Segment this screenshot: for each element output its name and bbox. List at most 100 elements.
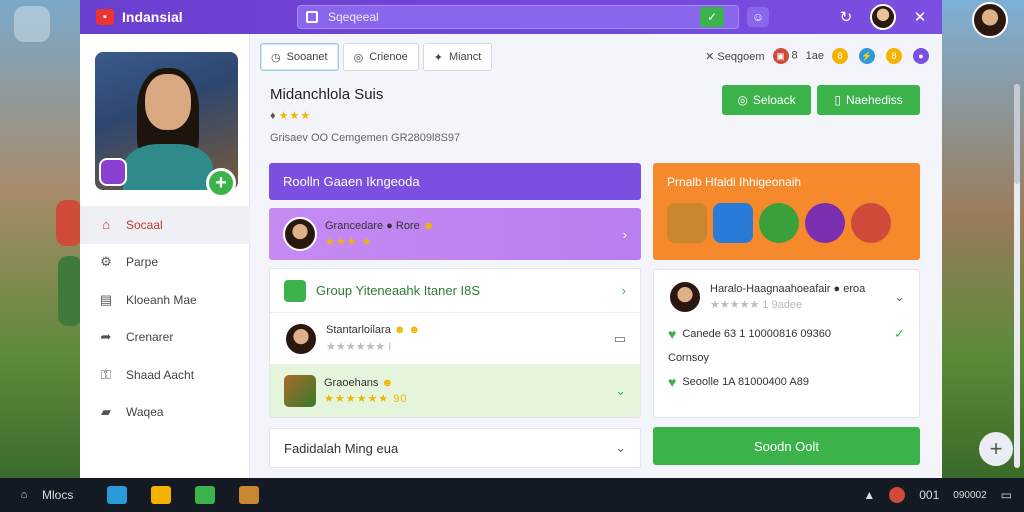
search-bar[interactable]: ✓ xyxy=(297,5,739,29)
profile-face xyxy=(145,74,191,130)
coin-icon[interactable]: 8 xyxy=(832,48,848,64)
chat-app-icon[interactable] xyxy=(195,486,216,504)
sidebar-item-waqea[interactable]: ▰ Waqea xyxy=(80,394,250,432)
sidebar-item-shaad[interactable]: ⚿ Shaad Aacht xyxy=(80,356,250,394)
chevron-down-icon[interactable]: ⌄ xyxy=(894,289,905,305)
sidebar-item-social[interactable]: ⌂ Socaal xyxy=(80,206,250,244)
avatar[interactable] xyxy=(870,4,896,30)
message-icon[interactable]: ▭ xyxy=(614,331,626,347)
friend-info: Graoehans ☻ ★★★★★★ 90 xyxy=(324,375,407,408)
chevron-right-icon[interactable]: › xyxy=(623,227,627,242)
gamepad-icon: ◎ xyxy=(353,51,364,64)
back-icon[interactable] xyxy=(14,6,50,42)
detail-text: Cornsoy xyxy=(668,352,709,364)
main-content: ◷ Sooanet ◎ Crienoe ✦ Mianct ✕ Seqgoem ▣… xyxy=(250,34,942,478)
section-header: Roolln Gaaen Ikngeoda xyxy=(269,163,641,200)
stat-value: 1ae xyxy=(805,50,824,62)
list-item[interactable]: Stantarloilara ☻ ☻ ★★★★★★ I ▭ xyxy=(270,313,640,365)
button-label: Seloack xyxy=(752,93,796,107)
rating-stars: ★★★ xyxy=(278,110,312,122)
emoji-icon: ● xyxy=(386,219,393,232)
sidebar-item-label: Socaal xyxy=(126,217,163,232)
chevron-down-icon[interactable]: ⌄ xyxy=(615,383,626,399)
add-fab-button[interactable]: + xyxy=(979,432,1013,466)
user-avatar-icon[interactable] xyxy=(972,2,1008,38)
clock-icon: ◷ xyxy=(271,51,281,64)
heart-icon: ♥ xyxy=(668,326,677,342)
rewards-card: Prnalb Hfaldi Ihhigeonaih xyxy=(653,163,920,260)
gamepad-icon[interactable]: ☺ xyxy=(747,7,769,27)
detail-text: Seoolle 1A 81000400 A89 xyxy=(682,376,809,388)
list-item[interactable]: Graoehans ☻ ★★★★★★ 90 ⌄ xyxy=(270,365,640,417)
scrollbar[interactable] xyxy=(1014,84,1020,468)
folder-icon[interactable] xyxy=(151,486,172,504)
share-icon: ➦ xyxy=(100,329,112,345)
friend-detail-card: Haralo-Haagnaahoeafair ● eroa ★★★★★ 1 9a… xyxy=(653,269,920,418)
sidebar-item-parpe[interactable]: ⚙ Parpe xyxy=(80,244,250,282)
chat-icon: ▰ xyxy=(101,404,111,420)
refresh-icon[interactable]: ↻ xyxy=(836,7,856,27)
clock-time: 001 xyxy=(919,488,940,502)
chevron-down-icon[interactable]: ⌄ xyxy=(615,440,626,456)
energy-icon[interactable]: ⚡ xyxy=(859,48,875,64)
right-column: Prnalb Hfaldi Ihhigeonaih Haralo-Haagnaa… xyxy=(653,163,920,465)
app-window: ▪ Indansial ✓ ☺ ↻ ✕ + ⌂ Socaal ⚙ xyxy=(80,0,1020,478)
reward-badge-icon[interactable] xyxy=(805,203,845,243)
system-tray: ▲ 001 090002 ▭ xyxy=(863,487,1024,503)
left-column: Roolln Gaaen Ikngeoda Grancedare ● Rore … xyxy=(269,163,641,468)
profile-body xyxy=(123,144,213,190)
chevron-right-icon[interactable]: › xyxy=(622,283,626,298)
friend-detail-row[interactable]: Haralo-Haagnaahoeafair ● eroa ★★★★★ 1 9a… xyxy=(654,278,919,316)
gift-stat[interactable]: ▣ 8 xyxy=(772,48,798,64)
stats-bar: ✕ Seqgoem ▣ 8 1ae 8 ⚡ 8 ● xyxy=(705,48,932,64)
header-buttons: ◎ Seloack ▯ Naehediss xyxy=(722,85,920,115)
settings-icon: ⚙ xyxy=(100,254,112,270)
button-label: Naehediss xyxy=(845,93,903,107)
tab-sooanet[interactable]: ◷ Sooanet xyxy=(260,43,339,71)
tab-bar: ◷ Sooanet ◎ Crienoe ✦ Mianct xyxy=(260,43,493,71)
level-stat[interactable]: 1ae xyxy=(806,50,824,62)
profile-icon[interactable]: ● xyxy=(913,48,929,64)
page-header: Midanchlola Suis ♦ ★★★ Grisaev OO Cemgem… xyxy=(270,86,460,144)
stat-value: 8 xyxy=(791,49,798,62)
more-row[interactable]: Fadidalah Ming eua ⌄ xyxy=(269,428,641,468)
reward-badge-icon[interactable] xyxy=(851,203,891,243)
coin-icon[interactable]: 8 xyxy=(886,48,902,64)
reward-badge-icon[interactable] xyxy=(759,203,799,243)
check-button[interactable]: ◎ Seloack xyxy=(722,85,811,115)
search-go-icon[interactable]: ✓ xyxy=(700,7,724,27)
close-icon[interactable]: ✕ xyxy=(910,7,930,27)
up-arrow-icon[interactable]: ▲ xyxy=(863,488,875,502)
cta-button[interactable]: Soodn Oolt xyxy=(653,427,920,465)
sidebar: + ⌂ Socaal ⚙ Parpe ▤ Kloeanh Mae ➦ Crena… xyxy=(80,34,250,478)
reward-chest-icon[interactable] xyxy=(667,203,707,243)
lock-icon: ⚿ xyxy=(101,366,111,382)
browser-icon[interactable] xyxy=(107,486,128,504)
reward-box-icon[interactable] xyxy=(713,203,753,243)
friend-tag: eroa xyxy=(843,282,866,295)
add-friend-button[interactable]: + xyxy=(206,168,236,198)
friend-meta: Rore xyxy=(395,219,420,232)
detail-line: ♥ Canede 63 1 10000816 09360 ✓ xyxy=(654,322,919,346)
sidebar-item-crenarer[interactable]: ➦ Crenarer xyxy=(80,319,250,357)
sidebar-item-label: Crenarer xyxy=(126,330,174,345)
emoji-icon: ☻ ☻ xyxy=(393,324,421,336)
tab-mianct[interactable]: ✦ Mianct xyxy=(422,43,493,71)
sidebar-nav: ⌂ Socaal ⚙ Parpe ▤ Kloeanh Mae ➦ Crenare… xyxy=(80,206,250,431)
next-button[interactable]: ▯ Naehediss xyxy=(817,85,920,115)
friends-stat[interactable]: ✕ Seqgoem xyxy=(705,50,764,63)
stat-label: Seqgoem xyxy=(717,50,765,63)
scrollbar-thumb[interactable] xyxy=(1014,84,1020,184)
home-icon[interactable]: ⌂ xyxy=(14,486,34,504)
featured-friend-row[interactable]: Grancedare ● Rore ☻ ★★★ ★ › xyxy=(269,208,641,260)
taskbar: ⌂ Mlocs ▲ 001 090002 ▭ xyxy=(0,478,1024,512)
chat-icon[interactable]: ▭ xyxy=(1001,488,1012,502)
search-input[interactable] xyxy=(328,10,700,24)
group-header[interactable]: Group Yiteneaahk Itaner I8S › xyxy=(270,269,640,313)
sidebar-item-kloeanh[interactable]: ▤ Kloeanh Mae xyxy=(80,281,250,319)
avatar xyxy=(668,280,702,314)
rewards-row xyxy=(667,203,906,243)
tab-crienoe[interactable]: ◎ Crienoe xyxy=(342,43,419,71)
notification-icon[interactable] xyxy=(889,487,906,503)
store-icon[interactable] xyxy=(239,486,260,504)
